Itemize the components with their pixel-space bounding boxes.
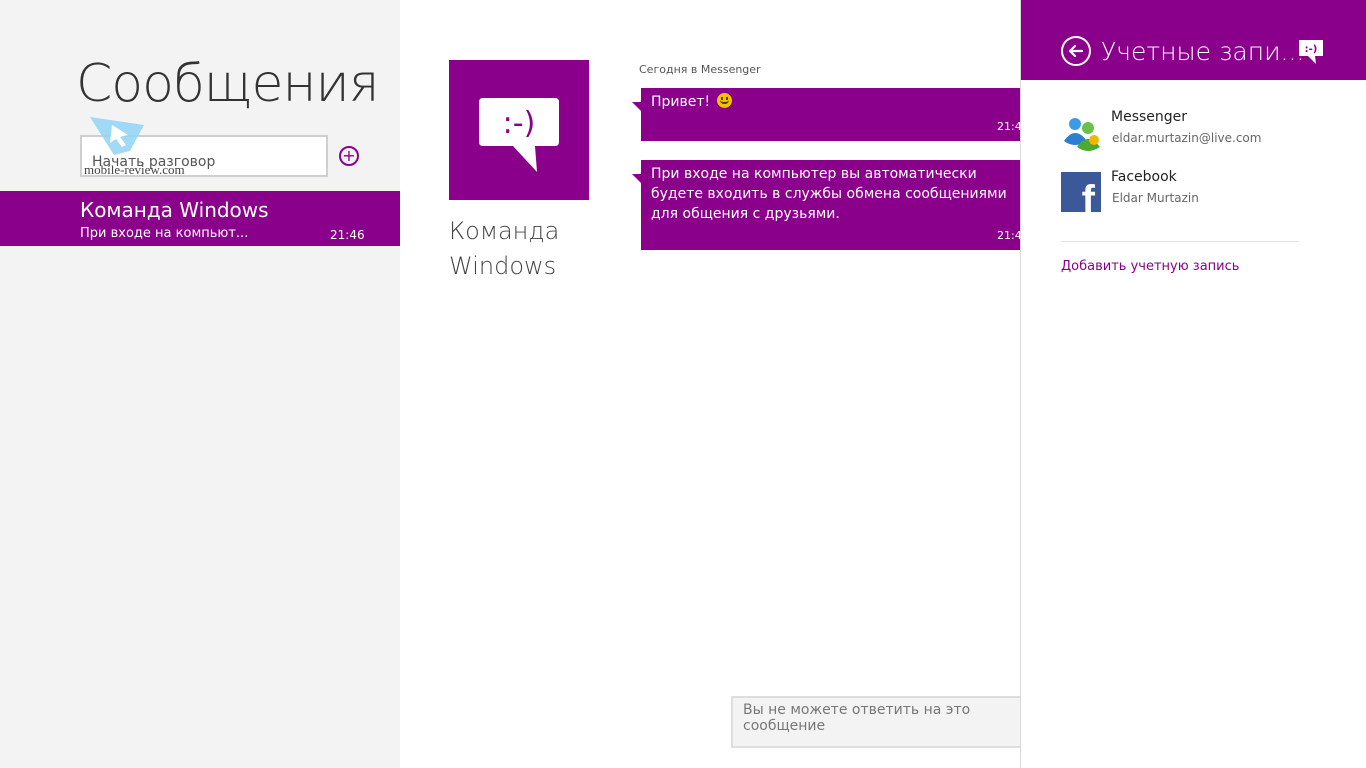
reply-input[interactable] [731,696,1051,748]
add-conversation-button[interactable]: + [339,146,359,166]
back-arrow-icon [1068,44,1084,58]
add-account-link[interactable]: Добавить учетную запись [1061,259,1239,274]
messenger-buddies-icon [1064,118,1100,151]
conversation-time: 21:46 [330,228,365,242]
account-name: Messenger [1111,109,1188,125]
messages-header: Сегодня в Messenger [639,63,761,76]
panel-title: Учетные запи... [1101,37,1305,66]
back-button[interactable] [1061,36,1091,66]
message-bubble: При входе на компьютер вы автоматически … [632,160,1041,250]
accounts-panel: Учетные запи... :-) Messenger eldar.murt… [1020,0,1366,768]
page-title: Сообщения [76,54,380,114]
start-conversation-input[interactable] [80,135,328,177]
plus-icon: + [342,146,356,165]
contact-name: Команда Windows [449,217,560,280]
panel-header: Учетные запи... :-) [1021,0,1366,80]
smiley-bubble-icon: :-) [1299,40,1323,64]
conversations-pane: Сообщения + mobile-review.com Команда Wi… [0,0,400,768]
account-name: Facebook [1111,169,1177,185]
avatar-emoticon: :-) [503,106,536,141]
conversation-name: Команда Windows [80,198,269,222]
message-text: При входе на компьютер вы автоматически … [651,166,1007,222]
account-email: eldar.murtazin@live.com [1112,131,1262,145]
account-username: Eldar Murtazin [1112,191,1199,205]
contact-avatar: :-) [449,60,589,200]
message-text: Привет! [651,94,711,110]
smiley-icon [716,93,732,108]
facebook-logo-icon: f [1061,172,1101,212]
message-bubble: Привет! 21:46 [632,88,1041,141]
panel-icon-text: :-) [1305,44,1318,55]
divider [1061,241,1299,242]
conversation-item[interactable]: Команда Windows При входе на компьют... … [0,191,400,246]
smiley-bubble-icon: :-) [479,98,559,172]
conversation-preview: При входе на компьют... [80,226,249,241]
